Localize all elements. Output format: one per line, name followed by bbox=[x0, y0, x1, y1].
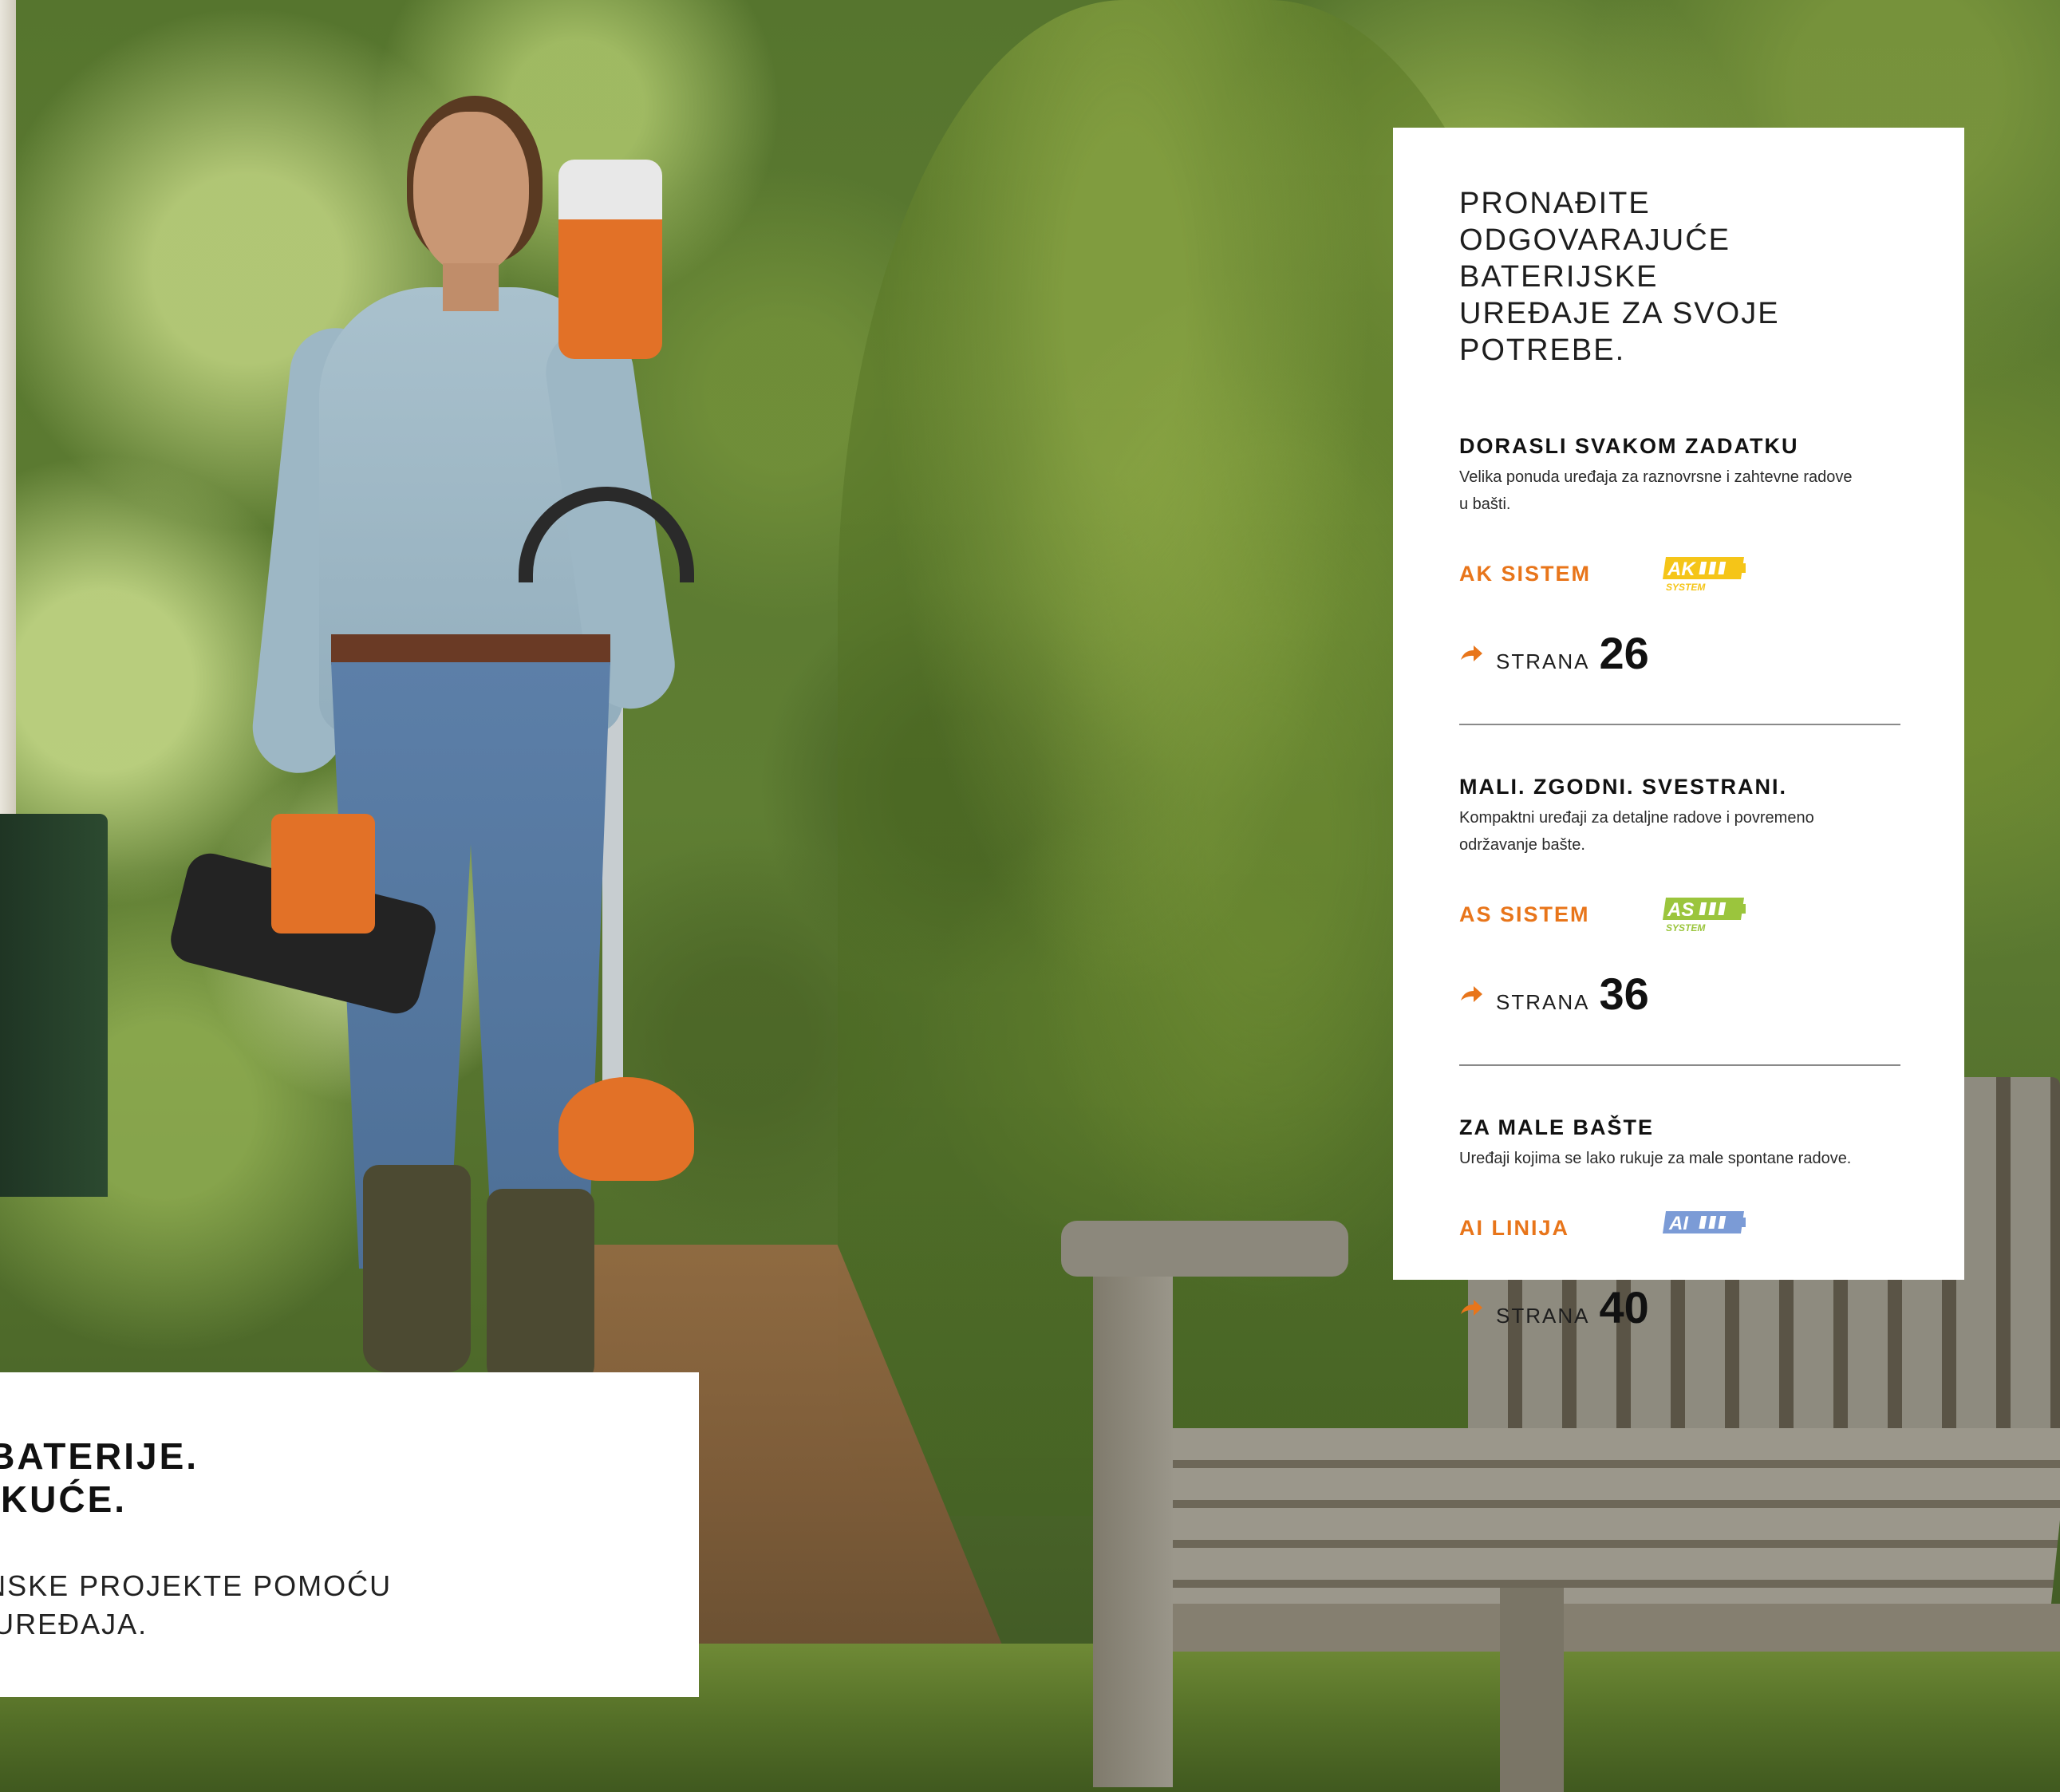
battery-systems-panel: PRONAĐITE ODGOVARAJUĆE BATERIJSKE UREĐAJ… bbox=[1393, 128, 1964, 1330]
page-label: STRANA bbox=[1496, 990, 1590, 1014]
section-ak: DORASLI SVAKOM ZADATKU Velika ponuda ure… bbox=[1459, 434, 1900, 676]
badge-sublabel: SYSTEM bbox=[1666, 922, 1706, 933]
as-system-badge-icon: AS SYSTEM bbox=[1663, 898, 1746, 933]
headline-line: PRONAĐITE bbox=[1459, 187, 1651, 220]
panel-headline: PRONAĐITE ODGOVARAJUĆE BATERIJSKE UREĐAJ… bbox=[1459, 185, 1900, 369]
divider bbox=[1459, 1064, 1900, 1066]
section-as: MALI. ZGODNI. SVESTRANI. Kompaktni uređa… bbox=[1459, 775, 1900, 1016]
intro-subtitle: REALIZUJTE BAŠTENSKE PROJEKTE POMOĆU STI… bbox=[0, 1569, 393, 1640]
page-reference[interactable]: STRANA 40 bbox=[1459, 1285, 1900, 1330]
headline-line: ODGOVARAJUĆE BATERIJSKE bbox=[1459, 223, 1731, 294]
battery-pack bbox=[271, 814, 375, 933]
divider bbox=[1459, 724, 1900, 725]
ak-system-badge-icon: AK SYSTEM bbox=[1663, 557, 1746, 593]
page-number: 40 bbox=[1599, 1282, 1649, 1332]
section-title: MALI. ZGODNI. SVESTRANI. bbox=[1459, 775, 1788, 799]
arrow-right-icon bbox=[1461, 986, 1482, 1002]
badge-label: AI bbox=[1668, 1213, 1689, 1234]
section-ai: ZA MALE BAŠTE Uređaji kojima se lako ruk… bbox=[1459, 1115, 1900, 1330]
page-label: STRANA bbox=[1496, 649, 1590, 673]
system-name: AK SISTEM bbox=[1459, 561, 1592, 586]
ai-line-badge-icon: AI bbox=[1663, 1211, 1746, 1234]
system-name: AS SISTEM bbox=[1459, 902, 1590, 926]
section-description: Velika ponuda uređaja za raznovrsne i za… bbox=[1459, 468, 1853, 513]
trimmer-guard bbox=[558, 1077, 694, 1181]
section-title: DORASLI SVAKOM ZADATKU bbox=[1459, 434, 1799, 458]
section-description: Kompaktni uređaji za detaljne radove i p… bbox=[1459, 809, 1814, 854]
badge-sublabel: SYSTEM bbox=[1666, 582, 1706, 593]
page-number: 26 bbox=[1599, 628, 1649, 678]
woman-with-tools bbox=[160, 96, 718, 1396]
intro-title: SNAGA BATERIJE. ZA OKO KUĆE. bbox=[0, 1435, 199, 1520]
arrow-right-icon bbox=[1461, 645, 1482, 661]
planter bbox=[0, 814, 108, 1197]
system-name: AI LINIJA bbox=[1459, 1215, 1570, 1240]
page-reference[interactable]: STRANA 26 bbox=[1459, 631, 1900, 676]
arrow-right-icon bbox=[1461, 1300, 1482, 1316]
page-reference[interactable]: STRANA 36 bbox=[1459, 972, 1900, 1016]
system-row: AK SISTEM AK SYSTEM bbox=[1459, 550, 1900, 598]
page-number: 36 bbox=[1599, 969, 1649, 1019]
badge-label: AK bbox=[1667, 559, 1696, 580]
trimmer-motor bbox=[558, 160, 662, 359]
system-row: AI LINIJA AI bbox=[1459, 1204, 1900, 1252]
page-label: STRANA bbox=[1496, 1304, 1590, 1328]
intro-box: SNAGA BATERIJE. ZA OKO KUĆE. REALIZUJTE … bbox=[0, 1372, 699, 1697]
headline-line: UREĐAJE ZA SVOJE POTREBE. bbox=[1459, 297, 1780, 367]
system-row: AS SISTEM AS SYSTEM bbox=[1459, 890, 1900, 938]
badge-label: AS bbox=[1667, 899, 1694, 921]
section-title: ZA MALE BAŠTE bbox=[1459, 1115, 1654, 1139]
section-description: Uređaji kojima se lako rukuje za male sp… bbox=[1459, 1150, 1852, 1167]
